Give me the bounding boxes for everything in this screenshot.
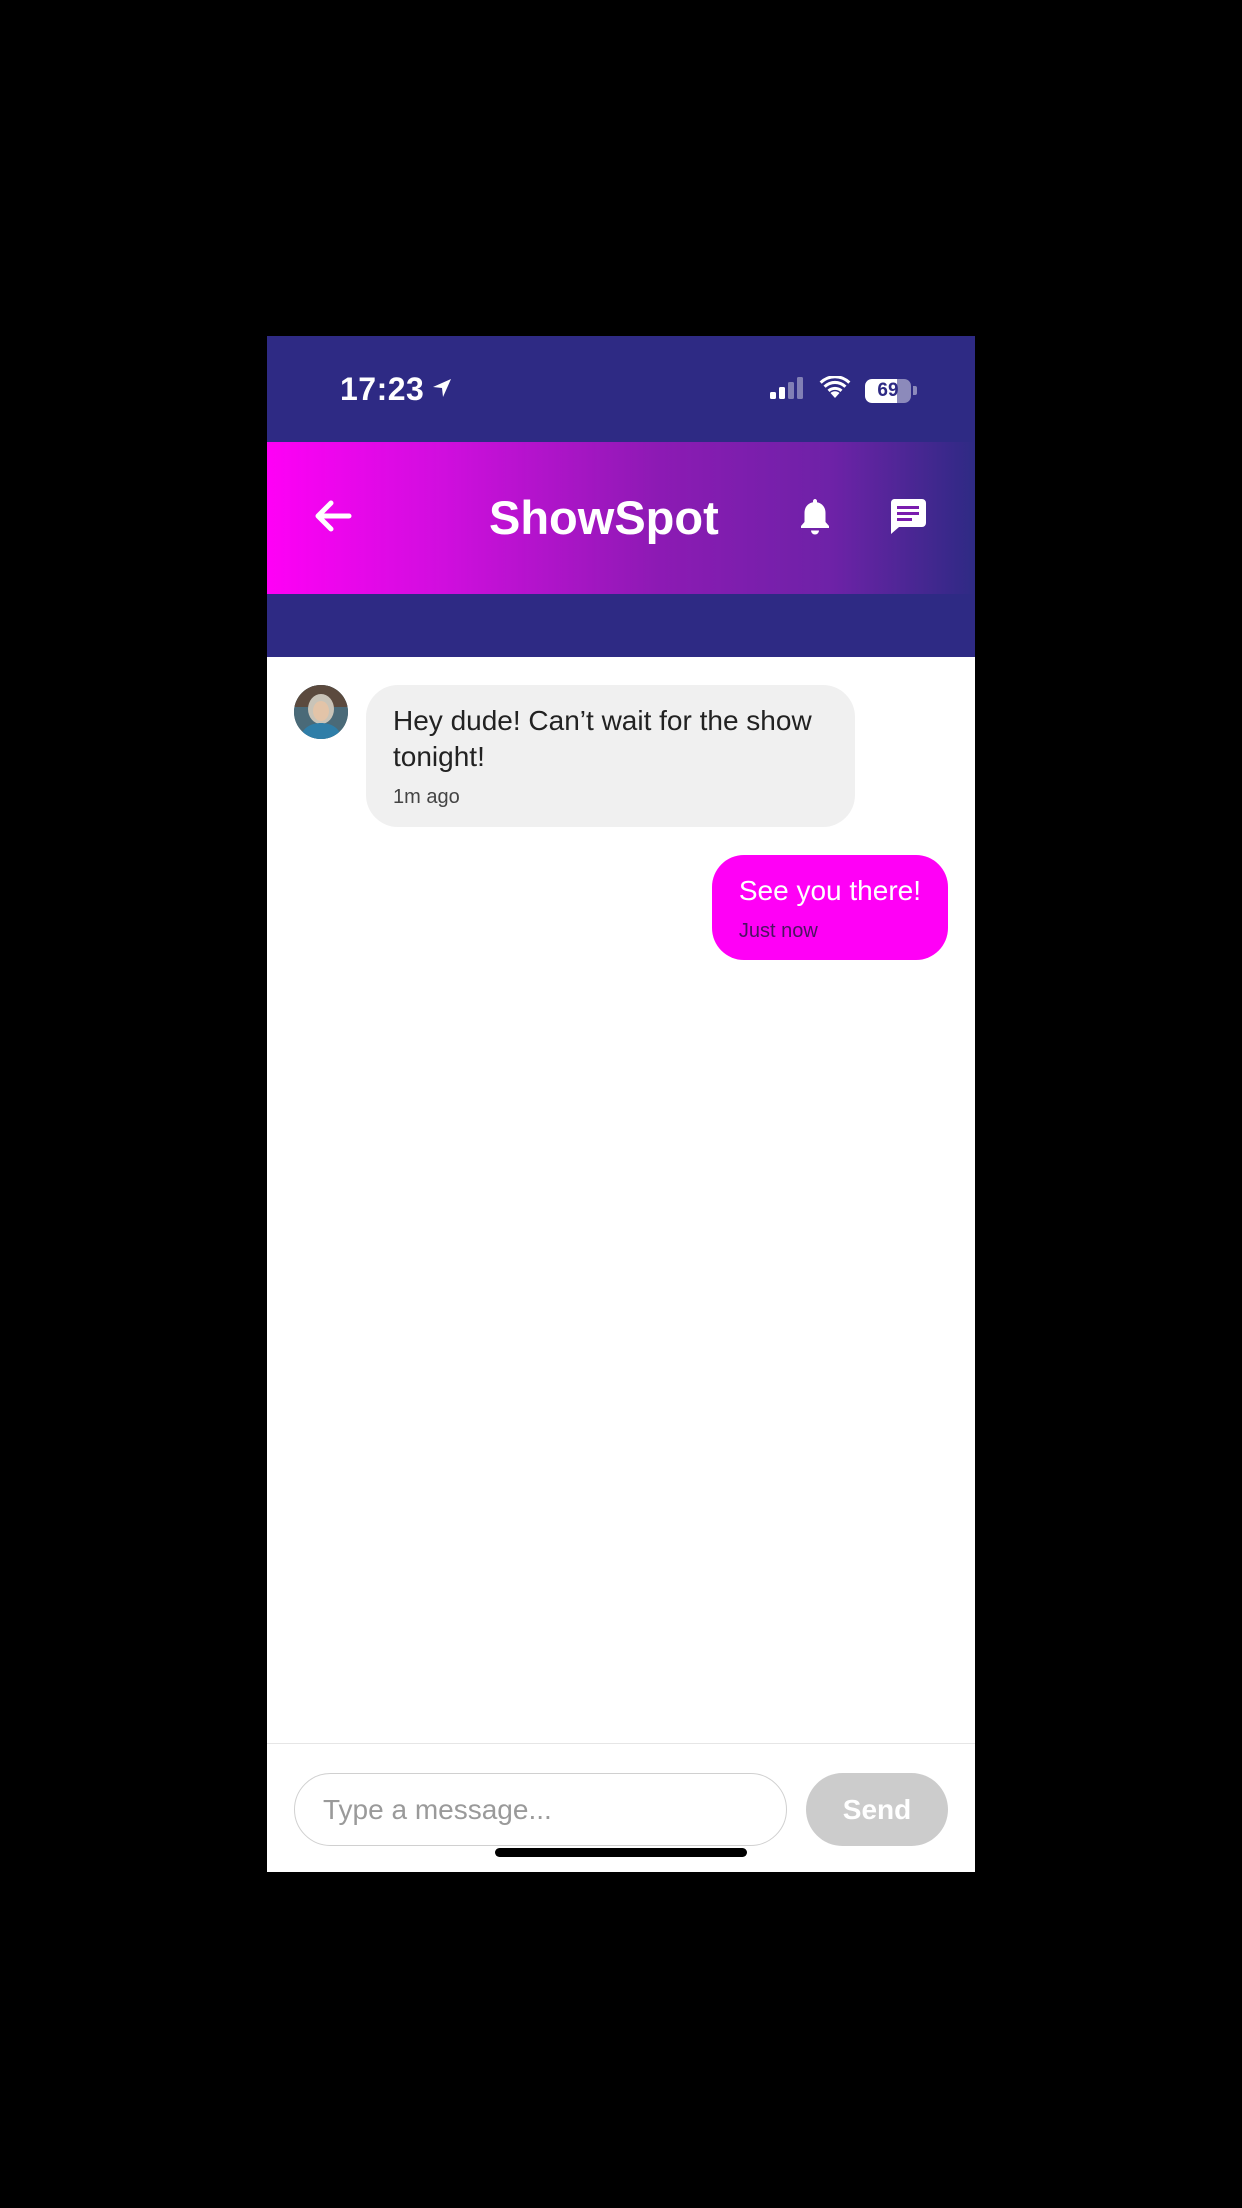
wifi-icon — [819, 375, 851, 405]
message-list[interactable]: Hey dude! Can’t wait for the show tonigh… — [267, 657, 975, 1751]
bell-icon — [798, 496, 832, 541]
page-title: ShowSpot — [489, 491, 719, 544]
status-bar: 17:23 69 — [267, 336, 975, 442]
home-indicator[interactable] — [495, 1848, 747, 1857]
chat-icon — [888, 497, 928, 540]
message-text: Hey dude! Can’t wait for the show tonigh… — [393, 705, 812, 772]
message-input[interactable] — [294, 1773, 787, 1846]
app-header: ShowSpot — [267, 442, 975, 594]
message-text: See you there! — [738, 875, 921, 906]
signal-icon — [769, 376, 805, 405]
message-bubble-outgoing: See you there! Just now — [711, 855, 948, 960]
message-time: Just now — [738, 920, 818, 942]
status-time-label: 17:23 — [340, 371, 425, 407]
messages-button[interactable] — [883, 494, 933, 542]
location-arrow-icon — [430, 371, 454, 408]
back-button[interactable] — [307, 495, 359, 541]
status-time: 17:23 — [340, 371, 454, 408]
battery-icon: 69 — [865, 378, 911, 403]
status-indicators: 69 — [769, 375, 917, 405]
battery-level: 69 — [877, 379, 899, 401]
notifications-button[interactable] — [791, 494, 839, 542]
message-bubble-incoming: Hey dude! Can’t wait for the show tonigh… — [366, 685, 855, 827]
battery-cap — [913, 386, 917, 395]
message-time: 1m ago — [393, 786, 460, 808]
header-band — [267, 594, 975, 657]
avatar[interactable] — [294, 685, 348, 739]
phone-screen: 17:23 69 ShowSpot Hey dude! Can’t wait f… — [267, 336, 975, 1872]
arrow-left-icon — [313, 498, 353, 539]
send-button[interactable]: Send — [806, 1773, 948, 1846]
